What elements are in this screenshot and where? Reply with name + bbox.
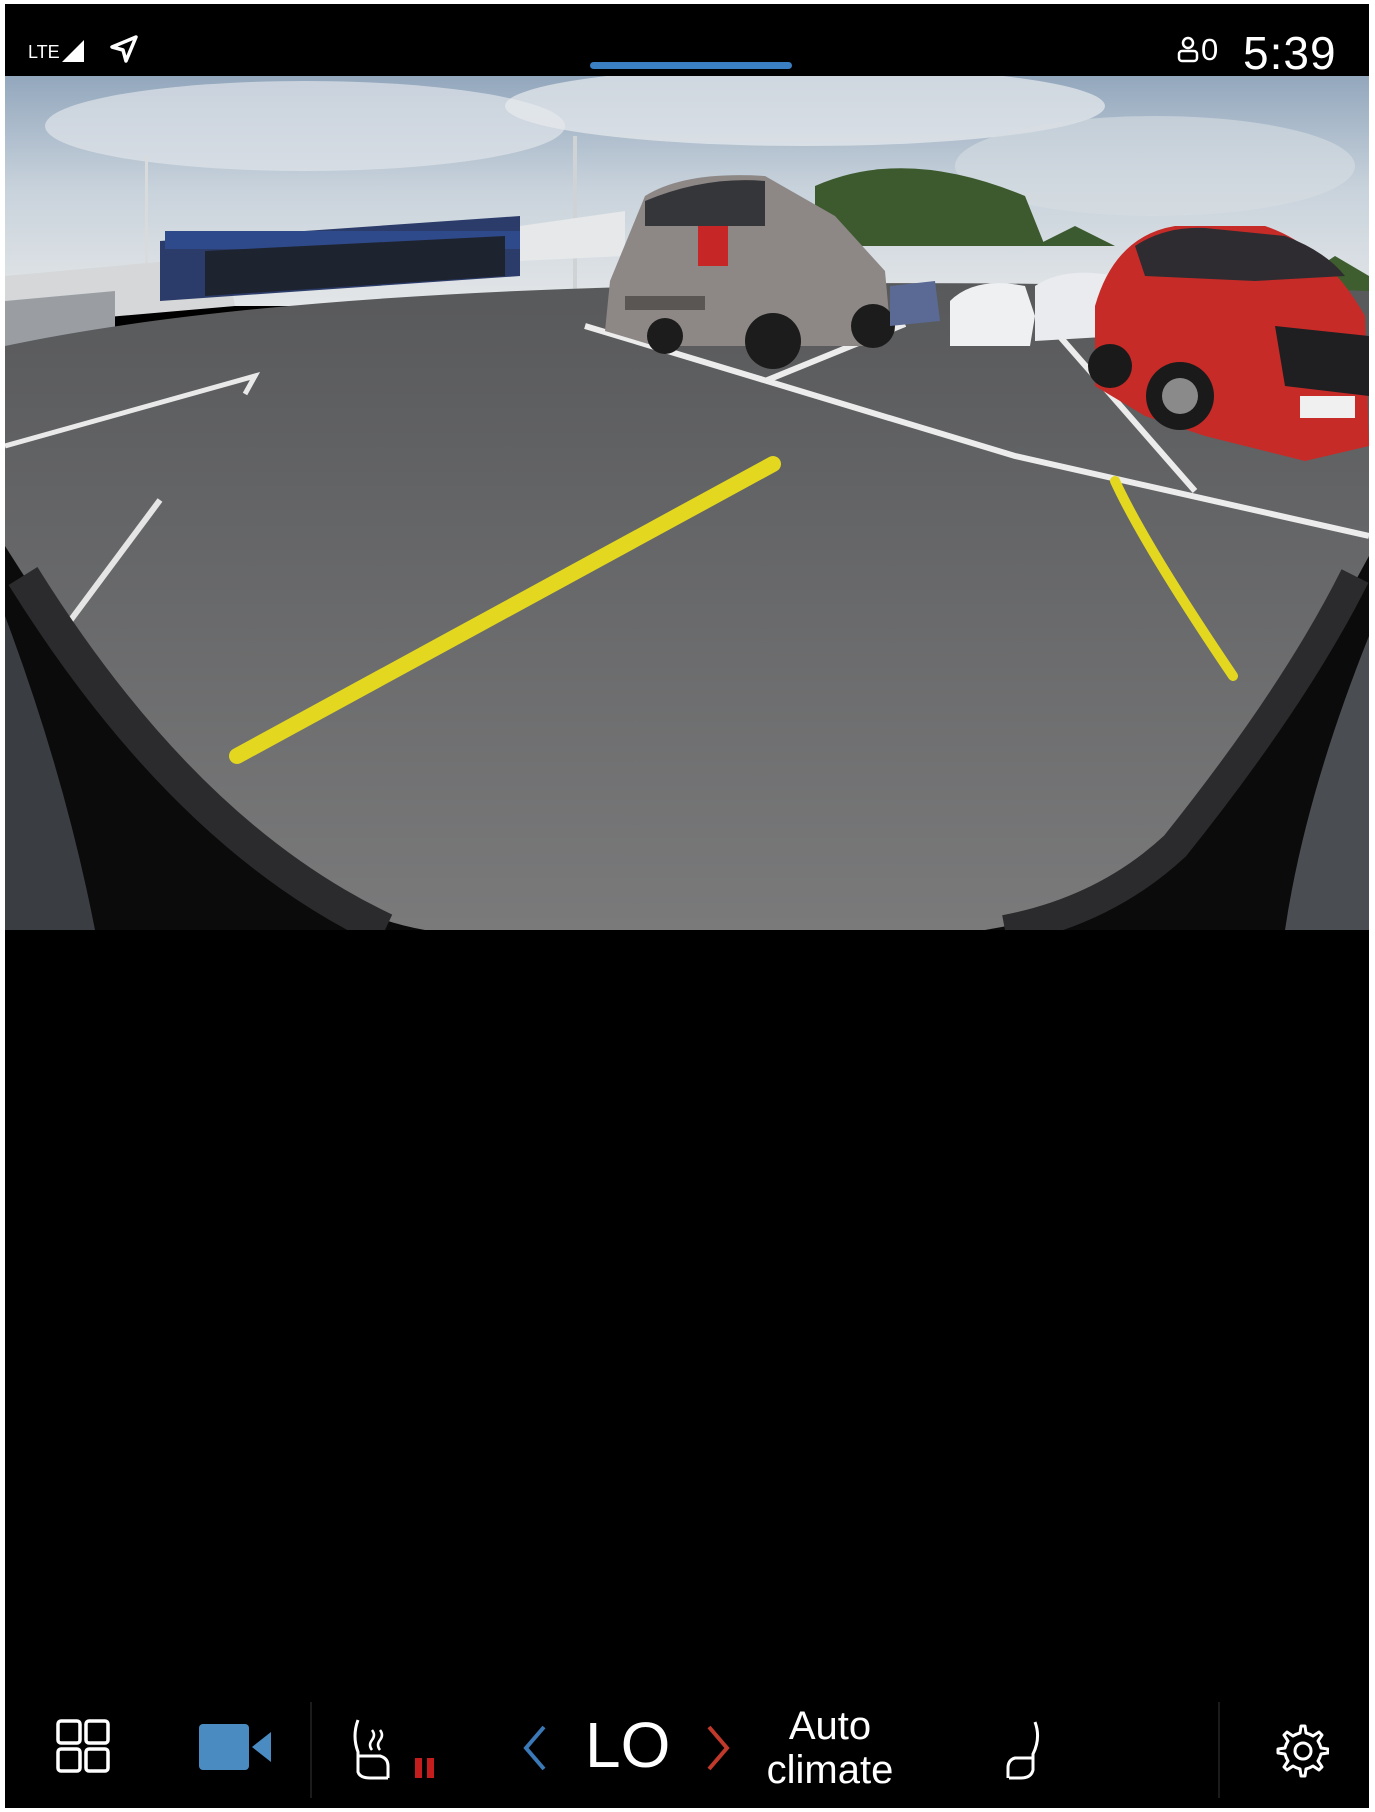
video-camera-icon[interactable] <box>197 1722 273 1772</box>
climate-bar: LO Auto climate <box>5 1694 1369 1808</box>
infotainment-screen: LTE 0 5:39 LO Auto climate <box>5 4 1369 1808</box>
user-icon <box>1177 36 1199 63</box>
navigation-arrow-icon <box>110 35 138 63</box>
signal-strength-icon <box>62 40 84 62</box>
separator <box>310 1702 312 1798</box>
chevron-right-icon[interactable] <box>705 1724 731 1772</box>
seat-heat-level-bar <box>427 1758 434 1778</box>
grid-icon[interactable] <box>55 1718 111 1774</box>
gear-icon[interactable] <box>1273 1722 1329 1778</box>
auto-climate-button[interactable]: Auto climate <box>755 1704 905 1792</box>
clock: 5:39 <box>1243 27 1337 79</box>
user-count: 0 <box>1201 32 1219 67</box>
seat-icon[interactable] <box>1005 1718 1043 1782</box>
network-type-label: LTE <box>28 42 60 62</box>
rear-camera-view[interactable] <box>5 76 1369 930</box>
seat-heat-icon[interactable] <box>350 1716 392 1780</box>
separator <box>1218 1702 1220 1798</box>
status-bar: LTE 0 5:39 <box>5 4 1369 79</box>
auto-climate-label-line2: climate <box>766 1748 894 1792</box>
seat-heat-level-bar <box>415 1758 422 1778</box>
auto-climate-label-line1: Auto <box>788 1704 872 1748</box>
drag-handle[interactable] <box>590 62 792 69</box>
temperature-value[interactable]: LO <box>585 1708 670 1782</box>
chevron-left-icon[interactable] <box>522 1724 548 1772</box>
camera-image <box>5 76 1369 930</box>
